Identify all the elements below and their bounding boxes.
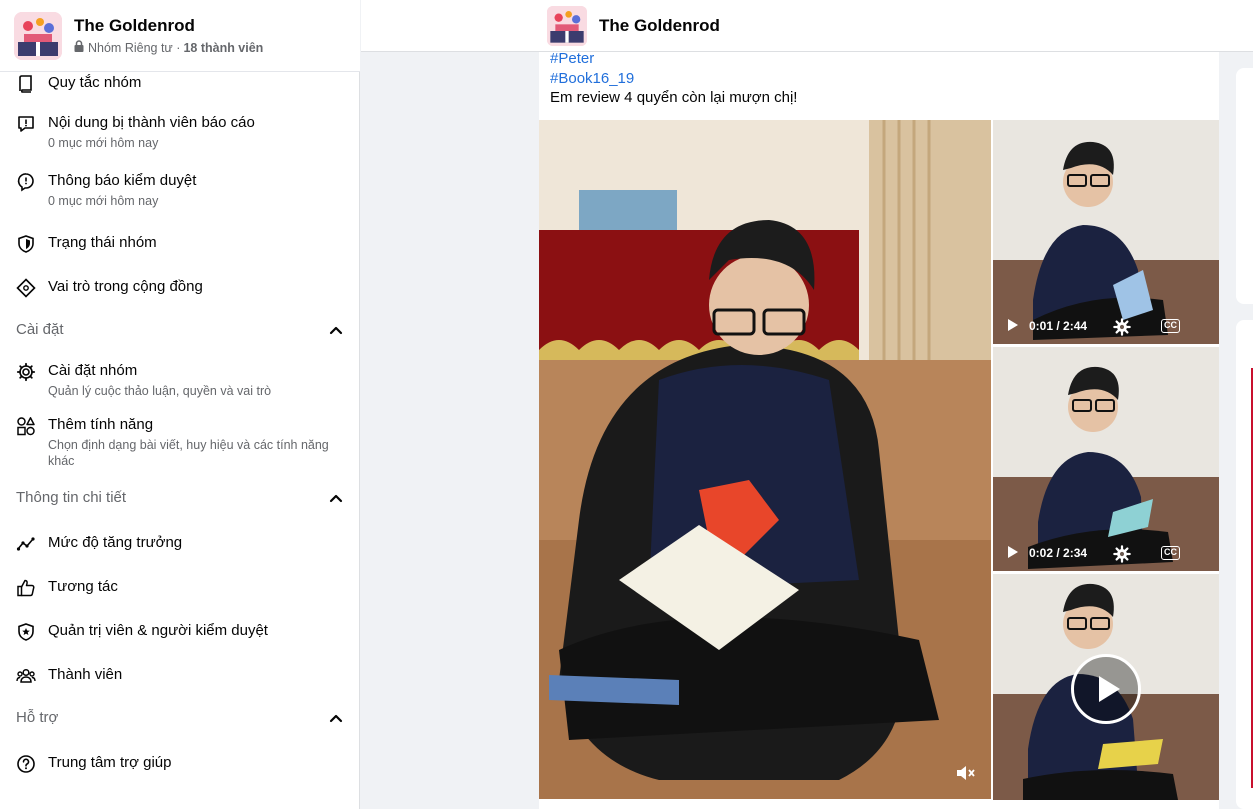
people-icon bbox=[16, 666, 36, 686]
sidebar-item-group-status[interactable]: Trạng thái nhóm bbox=[0, 233, 360, 254]
sidebar-item-growth[interactable]: Mức độ tăng trưởng bbox=[0, 533, 360, 554]
gear-icon[interactable] bbox=[1113, 545, 1131, 566]
section-title: Thông tin chi tiết bbox=[16, 489, 127, 506]
sidebar-item-label: Quản trị viên & người kiểm duyệt bbox=[48, 622, 268, 639]
sidebar-item-member-reports[interactable]: Nội dung bị thành viên báo cáo 0 mục mới… bbox=[0, 113, 360, 151]
group-privacy-info: Nhóm Riêng tư · 18 thành viên bbox=[74, 40, 263, 55]
star-shield-icon bbox=[16, 622, 36, 642]
video-thumbnail[interactable]: 0:01 / 2:44 CC bbox=[993, 120, 1219, 344]
play-icon[interactable] bbox=[1007, 318, 1019, 335]
group-name[interactable]: The Goldenrod bbox=[599, 16, 720, 36]
gear-icon[interactable] bbox=[1113, 318, 1131, 339]
section-insights-header[interactable]: Thông tin chi tiết bbox=[0, 489, 360, 506]
sidebar-item-desc: Chọn định dạng bài viết, huy hiệu và các… bbox=[48, 438, 329, 468]
sidebar-item-group-rules[interactable]: Quy tắc nhóm bbox=[0, 73, 360, 94]
section-title: Hỗ trợ bbox=[16, 709, 59, 726]
play-icon[interactable] bbox=[1007, 545, 1019, 562]
post-card: #Peter #Book16_19 Em review 4 quyển còn … bbox=[539, 50, 1219, 809]
sidebar-item-moderation-alerts[interactable]: Thông báo kiểm duyệt 0 mục mới hôm nay bbox=[0, 171, 360, 209]
sidebar-item-label: Nội dung bị thành viên báo cáo bbox=[48, 114, 255, 131]
sidebar-item-label: Trạng thái nhóm bbox=[48, 234, 157, 251]
sidebar-item-label: Mức độ tăng trưởng bbox=[48, 534, 183, 551]
sidebar-item-label: Thành viên bbox=[48, 666, 123, 683]
hashtag-link[interactable]: #Book16_19 bbox=[550, 70, 634, 87]
shield-icon bbox=[16, 234, 36, 254]
growth-chart-icon bbox=[16, 534, 36, 554]
group-avatar bbox=[14, 11, 62, 60]
sidebar-item-label: Quy tắc nhóm bbox=[48, 74, 142, 91]
chevron-up-icon[interactable] bbox=[328, 490, 344, 506]
chevron-up-icon[interactable] bbox=[328, 710, 344, 726]
sidebar-item-label: Cài đặt nhóm bbox=[48, 362, 138, 379]
video-thumbnail[interactable]: 0:02 / 2:34 CC bbox=[993, 347, 1219, 571]
sidebar-item-help-center[interactable]: Trung tâm trợ giúp bbox=[0, 753, 360, 774]
captions-button[interactable]: CC bbox=[1161, 546, 1180, 560]
mute-icon[interactable] bbox=[955, 764, 977, 787]
section-support-header[interactable]: Hỗ trợ bbox=[0, 709, 360, 726]
sidebar-item-add-features[interactable]: Thêm tính năng Chọn định dạng bài viết, … bbox=[0, 415, 360, 469]
sidebar-item-engagement[interactable]: Tương tác bbox=[0, 577, 360, 598]
report-icon bbox=[16, 114, 36, 134]
sidebar-item-desc: 0 mục mới hôm nay bbox=[48, 194, 159, 208]
sidebar-item-members[interactable]: Thành viên bbox=[0, 665, 360, 686]
sidebar-item-admins-moderators[interactable]: Quản trị viên & người kiểm duyệt bbox=[0, 621, 360, 642]
captions-button[interactable]: CC bbox=[1161, 319, 1180, 333]
video-thumbnail[interactable] bbox=[993, 574, 1219, 800]
group-header[interactable]: The Goldenrod Nhóm Riêng tư · 18 thành v… bbox=[0, 0, 360, 72]
sidebar-item-label: Tương tác bbox=[48, 578, 118, 595]
video-controls: 0:02 / 2:34 CC bbox=[993, 535, 1219, 571]
section-settings-header[interactable]: Cài đặt bbox=[0, 321, 360, 338]
video-time: 0:02 / 2:34 bbox=[1029, 546, 1088, 560]
main-video[interactable] bbox=[539, 120, 991, 799]
play-button[interactable] bbox=[1071, 654, 1141, 724]
chevron-up-icon[interactable] bbox=[328, 322, 344, 338]
moderation-alert-icon bbox=[16, 172, 36, 192]
gear-icon bbox=[16, 362, 36, 382]
video-controls: 0:01 / 2:44 CC bbox=[993, 308, 1219, 344]
group-admin-sidebar: The Goldenrod Nhóm Riêng tư · 18 thành v… bbox=[0, 0, 360, 809]
sidebar-item-label: Vai trò trong cộng đồng bbox=[48, 278, 203, 295]
sidebar-item-desc: Quản lý cuộc thảo luận, quyền và vai trò bbox=[48, 384, 272, 398]
video-time: 0:01 / 2:44 bbox=[1029, 319, 1088, 333]
sidebar-item-label: Trung tâm trợ giúp bbox=[48, 754, 172, 771]
post-text: Em review 4 quyển còn lại mượn chị! bbox=[550, 89, 798, 106]
hashtag-link[interactable]: #Peter bbox=[550, 50, 594, 67]
group-avatar[interactable] bbox=[547, 5, 587, 46]
sidebar-item-community-roles[interactable]: Vai trò trong cộng đồng bbox=[0, 277, 360, 298]
sidebar-item-label: Thông báo kiểm duyệt bbox=[48, 172, 197, 189]
thumbs-up-icon bbox=[16, 578, 36, 598]
section-title: Cài đặt bbox=[16, 321, 64, 338]
shapes-icon bbox=[16, 416, 36, 436]
sidebar-item-label: Thêm tính năng bbox=[48, 416, 154, 433]
group-privacy: Nhóm Riêng tư · bbox=[88, 40, 181, 55]
lock-icon bbox=[74, 40, 84, 55]
right-rail-card bbox=[1236, 68, 1253, 304]
sidebar-item-desc: 0 mục mới hôm nay bbox=[48, 136, 159, 150]
right-rail-card bbox=[1236, 320, 1253, 809]
help-icon bbox=[16, 754, 36, 774]
group-top-bar: The Goldenrod bbox=[361, 0, 1253, 52]
diamond-icon bbox=[16, 278, 36, 298]
group-name[interactable]: The Goldenrod bbox=[74, 16, 263, 36]
group-member-count[interactable]: 18 thành viên bbox=[183, 41, 263, 55]
sidebar-item-group-settings[interactable]: Cài đặt nhóm Quản lý cuộc thảo luận, quy… bbox=[0, 361, 360, 399]
book-icon bbox=[16, 74, 36, 94]
